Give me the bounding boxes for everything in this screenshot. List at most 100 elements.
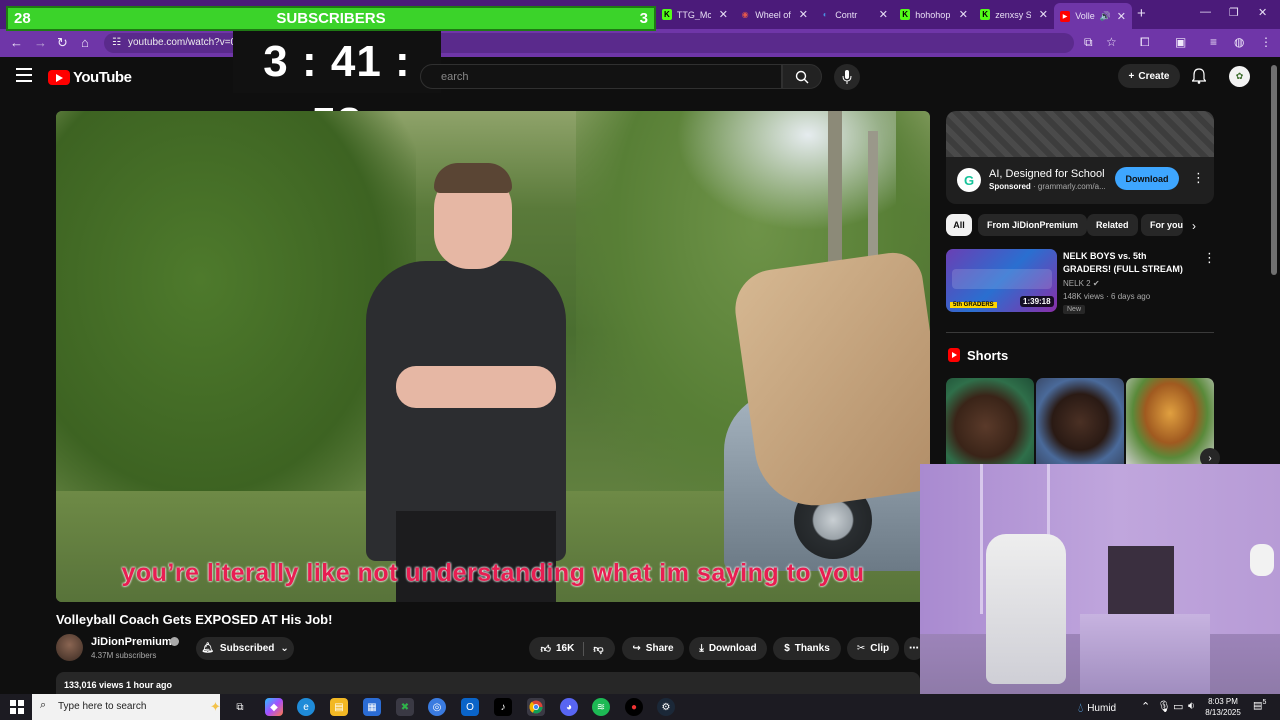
recommendation-title[interactable]: NELK BOYS vs. 5th GRADERS! (FULL STREAM) (1063, 250, 1193, 276)
notifications-button[interactable] (1191, 68, 1207, 89)
browser-tab-1[interactable]: K TTG_McD ✕ (656, 4, 734, 25)
extensions-icon[interactable]: ⧠ (1140, 35, 1150, 50)
reload-icon[interactable]: ↻ (57, 35, 68, 51)
channel-name[interactable]: JiDionPremium (91, 636, 172, 648)
home-icon[interactable]: ⌂ (81, 35, 89, 50)
xbox-app-icon[interactable]: ✖ (396, 698, 414, 716)
close-icon[interactable]: ✕ (1039, 8, 1048, 21)
sub-count-right: 3 (639, 10, 648, 27)
kick-icon: K (900, 9, 911, 20)
close-icon[interactable]: ✕ (719, 8, 728, 21)
menu-dots-icon[interactable]: ⋮ (1260, 35, 1272, 49)
tab-title: hohohop (915, 9, 951, 20)
subscribed-button[interactable]: 🔔︎ Subscribed ⌄ (196, 637, 294, 660)
weather-widget[interactable]: 💧︎ Humid (1078, 700, 1116, 716)
windows-start-icon[interactable] (10, 700, 24, 714)
video-player[interactable]: you’re literally like not understanding … (56, 111, 930, 602)
more-vert-icon[interactable]: ⋮ (1192, 170, 1205, 186)
search-button[interactable] (782, 64, 822, 89)
webcam-chair (986, 534, 1066, 684)
chrome-icon[interactable] (527, 698, 545, 716)
volume-icon[interactable]: 🔉︎ (1188, 700, 1195, 713)
chevron-right-icon[interactable]: › (1192, 219, 1196, 233)
app-icon[interactable]: ● (625, 698, 643, 716)
notifications-icon[interactable]: ▤5 (1253, 699, 1266, 711)
forward-icon[interactable]: → (34, 35, 47, 50)
youtube-logo[interactable]: YouTube (48, 69, 132, 86)
bookmark-star-icon[interactable]: ☆ (1106, 35, 1117, 49)
sidebar-icon[interactable]: ▣ (1175, 35, 1186, 49)
taskbar-clock[interactable]: 8:03 PM 8/13/2025 (1200, 696, 1246, 718)
chip-for-you[interactable]: For you (1141, 214, 1183, 236)
shorts-icon (948, 348, 960, 362)
spotify-icon[interactable]: ≋ (592, 698, 610, 716)
close-icon[interactable]: ✕ (959, 8, 968, 21)
browser-tab-2[interactable]: ◉ Wheel of ✕ (734, 4, 814, 25)
webcam-wall (920, 464, 1280, 634)
droplet-icon: 💧︎ (1078, 700, 1084, 715)
recommendation-channel[interactable]: NELK 2 ✔ (1063, 279, 1100, 288)
edge-icon[interactable]: e (297, 698, 315, 716)
close-icon[interactable]: ✕ (799, 8, 808, 21)
short-thumbnail[interactable] (1036, 378, 1124, 466)
page-scrollbar[interactable] (1271, 65, 1277, 275)
share-button[interactable]: ↪ Share (622, 637, 684, 660)
recommendation-meta: 148K views · 6 days ago (1063, 292, 1151, 301)
back-icon[interactable]: ← (10, 35, 23, 50)
restore-icon[interactable]: ❐ (1229, 6, 1239, 19)
thumbs-up-icon[interactable]: 👍︎ (541, 643, 551, 655)
search-input[interactable]: earch (420, 64, 782, 89)
task-view-icon[interactable]: ⧉ (231, 698, 249, 716)
chip-all[interactable]: All (946, 214, 972, 236)
download-button[interactable]: ⤓ Download (689, 637, 767, 660)
short-thumbnail[interactable] (946, 378, 1034, 466)
like-count[interactable]: 16K (556, 643, 574, 654)
description-box[interactable]: 133,016 views 1 hour ago (56, 672, 920, 694)
download-icon: ⤓ (699, 643, 704, 654)
close-window-icon[interactable]: ✕ (1258, 6, 1267, 19)
microphone-icon[interactable]: 🎙︎ (1157, 700, 1171, 713)
chip-related[interactable]: Related (1087, 214, 1138, 236)
close-icon[interactable]: ✕ (1117, 10, 1126, 23)
chevron-down-icon: ⌄ (280, 643, 289, 654)
file-explorer-icon[interactable]: ▤ (330, 698, 348, 716)
more-vert-icon[interactable]: ⋮ (1203, 250, 1216, 266)
network-icon[interactable]: ▭ (1173, 700, 1183, 713)
steam-icon[interactable]: ⚙ (657, 698, 675, 716)
browser-tab-5[interactable]: K zenxsy St ✕ (974, 4, 1054, 25)
browser-tab-3[interactable]: ◐ Contr ✕ (814, 4, 894, 25)
clip-button[interactable]: ✂ Clip (847, 637, 899, 660)
voice-search-button[interactable] (834, 64, 860, 90)
store-icon[interactable]: ▦ (363, 698, 381, 716)
hamburger-menu-icon[interactable] (16, 68, 32, 86)
site-info-icon[interactable]: ☷ (112, 37, 121, 48)
reading-list-icon[interactable]: ≡ (1210, 35, 1217, 49)
tiktok-icon[interactable]: ♪ (494, 698, 512, 716)
copilot-icon[interactable]: ◆ (265, 698, 283, 716)
cast-icon[interactable]: ⧉ (1084, 35, 1093, 50)
browser-tab-active[interactable]: ▶ Volle 🔊 ✕ (1054, 3, 1132, 29)
minimize-icon[interactable]: — (1200, 6, 1211, 18)
account-avatar[interactable]: ✿ (1229, 66, 1250, 87)
browser-tab-4[interactable]: K hohohop ✕ (894, 4, 974, 25)
discord-icon[interactable]: ◕ (560, 698, 578, 716)
create-button[interactable]: + Create (1118, 64, 1180, 88)
chip-from-channel[interactable]: From JiDionPremium (978, 214, 1088, 236)
taskbar-search-input[interactable]: ⌕ Type here to search ✦ (32, 694, 221, 720)
video-title: Volleyball Coach Gets EXPOSED AT His Job… (56, 612, 333, 627)
close-icon[interactable]: ✕ (879, 8, 888, 21)
chevron-up-icon[interactable]: ⌃ (1141, 700, 1150, 713)
speaker-icon[interactable]: 🔊 (1100, 11, 1111, 22)
channel-avatar[interactable] (56, 634, 83, 661)
clip-label: Clip (870, 643, 890, 654)
ad-download-button[interactable]: Download (1115, 167, 1179, 190)
thanks-button[interactable]: $ Thanks (773, 637, 841, 660)
outlook-icon[interactable]: O (461, 698, 479, 716)
app-icon[interactable]: ◎ (428, 698, 446, 716)
thumbs-down-icon[interactable]: 👎︎ (593, 643, 603, 655)
ad-banner-image[interactable] (946, 111, 1214, 157)
like-dislike-group: 👍︎ 16K 👎︎ (529, 637, 615, 660)
new-tab-icon[interactable]: + (1137, 5, 1146, 22)
profile-icon[interactable]: ◍ (1234, 35, 1244, 49)
search-icon: ⌕ (40, 699, 47, 711)
